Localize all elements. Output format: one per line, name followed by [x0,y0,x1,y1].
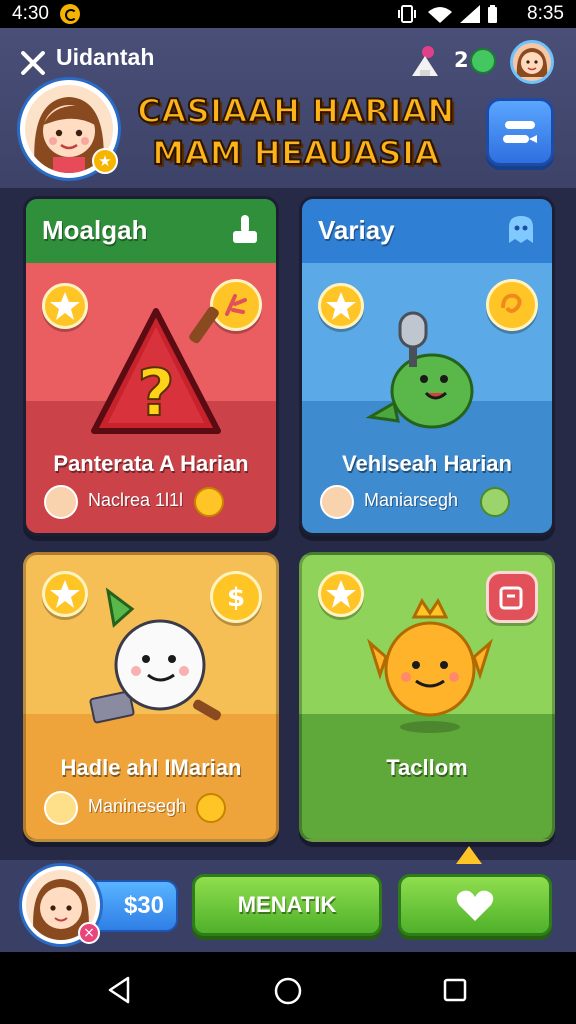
page-title: CASIAAH HARIAN MAM HEAUASIA [128,90,464,174]
card-sub-text: Naclrea 1l1l [88,490,184,510]
dino-microphone-icon [365,311,474,429]
card-subline: Maniarsegh [320,485,540,521]
coin-icon [194,487,224,517]
bottom-bar: × $30 MENATIK [0,846,576,952]
star-button[interactable] [42,283,88,329]
menu-button[interactable] [486,98,554,166]
participant-avatar [44,791,78,825]
challenge-card-3[interactable]: $ Hadle ahl IMarian Maninesegh [23,552,279,842]
wifi-icon [428,7,452,23]
star-icon [326,292,356,320]
star-icon [50,580,80,608]
participant-avatar [44,485,78,519]
star-button[interactable] [318,571,364,617]
card-sub-text: Maninesegh [88,796,187,816]
card-header: Moalgah [26,199,276,263]
navigation-bar [0,952,576,1024]
menatik-button[interactable]: MENATIK [192,874,382,936]
triangle-back-icon[interactable] [106,976,132,1004]
battery-icon [488,5,497,23]
hand-icon[interactable] [228,213,262,247]
vibrate-icon [398,5,416,23]
title-line-2: MAM HEAUASIA [151,133,440,173]
star-button[interactable] [42,571,88,617]
star-button[interactable] [318,283,364,329]
ghost-icon[interactable] [504,213,538,247]
card-sub-text: Maniarsegh [364,490,459,510]
card-body: Vehlseah Harian Maniarsegh [302,263,552,533]
gem-icon[interactable] [470,48,496,74]
card-body: ? Panterata A Harian Naclrea 1l1l [26,263,276,533]
card-header-title: Variay [318,215,395,245]
remove-badge-icon[interactable]: × [78,922,100,944]
badge-icon [480,487,510,517]
system-icons [398,5,497,23]
pointer-arrow-icon [456,846,482,864]
close-icon[interactable] [18,48,48,78]
header: Uidantah 2 ★ CASIAAH HARIAN MAM HEAUASIA [0,28,576,188]
coin-notification-icon [60,4,80,24]
card-label: Hadle ahl IMarian [60,755,242,780]
challenge-card-4[interactable]: Tacllom [299,552,555,842]
profile-avatar[interactable] [510,40,554,84]
title-line-1: CASIAAH HARIAN [136,91,455,131]
orange-character-icon [366,598,494,733]
trophy-icon[interactable] [408,44,442,78]
status-bar: 4:30 8:35 [0,0,576,28]
challenge-card-1[interactable]: Moalgah ? Panterata A Harian Naclrea 1l1… [23,196,279,536]
participant-avatar [320,485,354,519]
username: Uidantah [56,44,155,70]
card-subline: Maninesegh [44,791,264,827]
coin-icon [196,793,226,823]
signal-icon [460,5,480,23]
top-right-icons: 2 [408,40,558,86]
profile-avatar-face [516,48,548,77]
top-count: 2 [454,48,469,72]
square-recent-icon[interactable] [442,977,468,1003]
card-subline: Naclrea 1l1l [44,485,264,521]
card-header: Variay [302,199,552,263]
ghost-character-icon [89,587,222,724]
challenge-board: Moalgah ? Panterata A Harian Naclrea 1l1… [0,188,576,860]
status-time: 4:30 [12,3,49,24]
card-label: Panterata A Harian [53,451,249,476]
circle-home-icon[interactable] [273,976,303,1006]
card-label: Vehlseah Harian [342,451,512,476]
money-balance: $30 [88,880,178,932]
challenge-card-2[interactable]: Variay Vehlseah Harian Maniarsegh [299,196,555,536]
heart-icon [456,890,494,921]
like-button[interactable] [398,874,552,936]
card-header-title: Moalgah [42,215,148,245]
status-clock: 8:35 [527,3,564,24]
star-icon [50,292,80,320]
warning-question-icon: ? [91,306,221,434]
card-label: Tacllom [386,755,468,780]
svg-text:?: ? [137,357,174,431]
star-icon [326,580,356,608]
star-badge-icon: ★ [92,148,118,174]
menu-icon [503,121,537,143]
